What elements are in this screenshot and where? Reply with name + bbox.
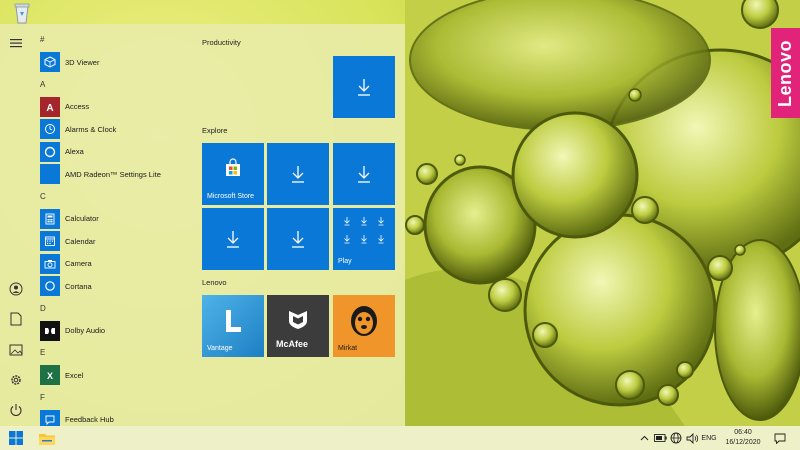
file-explorer-button[interactable] (34, 426, 60, 450)
download-arrow-icon (358, 166, 370, 183)
dolby-icon (40, 320, 60, 341)
app-list-item[interactable]: A Access (40, 96, 194, 117)
download-arrow-icon (227, 231, 239, 248)
app-list-item[interactable]: Camera (40, 253, 194, 274)
tile-label: Microsoft Store (207, 193, 255, 200)
app-list-letter-header[interactable]: C (40, 192, 46, 201)
network-globe-icon[interactable] (668, 426, 684, 450)
taskbar-clock[interactable]: 06:40 16/12/2020 (720, 428, 766, 448)
start-button[interactable] (0, 426, 32, 450)
app-list-item[interactable]: 3D Viewer (40, 52, 194, 72)
tile-download-explore-4[interactable] (267, 208, 329, 270)
tile-download-explore-1[interactable] (267, 143, 329, 205)
app-list[interactable]: #3D Viewer A A Access Alarms & Clock Alexa AMD… (32, 34, 194, 426)
app-list-item-label: Calendar (65, 236, 96, 246)
app-list-item[interactable]: Calculator (40, 208, 194, 229)
meerkat-mascot-icon (351, 306, 377, 336)
camera-icon (40, 253, 60, 274)
excel-icon: X (40, 365, 60, 385)
app-list-item[interactable]: AMD Radeon™ Settings Lite (40, 164, 194, 184)
app-list-item[interactable]: Cortana (40, 276, 194, 296)
start-menu: #3D Viewer A A Access Alarms & Clock Alexa AMD… (0, 24, 405, 426)
app-list-item-label: AMD Radeon™ Settings Lite (65, 169, 161, 179)
app-list-item-label: Camera (65, 259, 92, 268)
group-header-explore: Explore (202, 126, 228, 135)
cube-icon (40, 52, 60, 72)
clock-icon (40, 119, 60, 139)
download-arrow-icon (292, 166, 304, 183)
user-account-icon[interactable] (8, 281, 24, 297)
cortana-icon (40, 276, 60, 296)
download-arrow-icon (358, 79, 370, 96)
app-list-letter-header[interactable]: F (40, 393, 45, 402)
tile-microsoft-store[interactable]: Microsoft Store (202, 143, 264, 205)
app-list-item-label: Alexa (65, 147, 84, 156)
app-list-item-label: Cortana (65, 281, 92, 291)
tile-lenovo-vantage[interactable]: Vantage (202, 295, 264, 357)
app-list-item[interactable]: X Excel (40, 365, 194, 385)
tile-label: Mirkat (338, 345, 358, 352)
app-list-item[interactable]: Alexa (40, 141, 194, 162)
access-icon: A (40, 96, 60, 117)
windows-logo-icon (9, 431, 23, 445)
store-bag-icon (226, 158, 240, 176)
hamburger-menu-icon[interactable] (8, 35, 24, 51)
calendar-icon (40, 231, 60, 251)
input-language-indicator[interactable]: ENG (700, 426, 718, 450)
tile-download-productivity[interactable] (333, 56, 395, 118)
app-list-item-label: 3D Viewer (65, 57, 100, 67)
taskbar: ENG 06:40 16/12/2020 (0, 426, 800, 450)
feedback-icon (40, 409, 60, 426)
tile-download-explore-2[interactable] (333, 143, 395, 205)
app-list-item-label: Feedback Hub (65, 415, 114, 424)
svg-text:X: X (47, 371, 53, 381)
app-list-letter-header[interactable]: # (40, 35, 44, 44)
app-list-item-label: Alarms & Clock (65, 124, 117, 134)
app-list-item[interactable]: Feedback Hub (40, 409, 194, 426)
app-list-item[interactable]: Calendar (40, 231, 194, 251)
clock-time: 06:40 (734, 429, 752, 436)
tile-label: Vantage (207, 345, 233, 352)
tile-label: McAfee (276, 339, 309, 349)
tile-play-folder[interactable]: Play (333, 208, 395, 270)
settings-gear-icon[interactable] (8, 372, 24, 388)
lenovo-brand-text: Lenovo (775, 39, 796, 107)
start-rail (0, 24, 32, 426)
tile-download-explore-3[interactable] (202, 208, 264, 270)
power-icon[interactable] (8, 402, 24, 418)
tile-label: Play (338, 258, 352, 265)
radeon-icon (40, 164, 60, 184)
app-list-letter-header[interactable]: A (40, 80, 45, 89)
group-header-lenovo: Lenovo (202, 278, 227, 287)
app-list-item-label: Dolby Audio (65, 326, 106, 335)
app-list-item-label: Calculator (65, 214, 99, 223)
recycle-bin-icon[interactable] (8, 2, 36, 24)
folder-icon (39, 433, 55, 445)
clock-date: 16/12/2020 (725, 439, 761, 446)
documents-icon[interactable] (8, 311, 24, 327)
app-list-item[interactable]: Alarms & Clock (40, 119, 194, 139)
pictures-icon[interactable] (8, 342, 24, 358)
play-folder-download-icons (344, 217, 384, 244)
action-center-notification-icon[interactable] (770, 426, 790, 450)
vantage-logo-icon (226, 310, 241, 332)
app-list-item-label: Access (65, 102, 90, 111)
app-list-item-label: Excel (65, 370, 84, 380)
download-arrow-icon (292, 231, 304, 248)
tile-mirkat[interactable]: Mirkat (333, 295, 395, 357)
volume-speaker-icon[interactable] (684, 426, 700, 450)
app-list-letter-header[interactable]: D (40, 304, 46, 313)
lenovo-brand-logo: Lenovo (771, 28, 800, 118)
battery-icon[interactable] (652, 426, 668, 450)
app-list-item[interactable]: Dolby Audio (40, 320, 194, 341)
show-hidden-icons-chevron-icon[interactable] (637, 426, 651, 450)
calculator-icon (40, 208, 60, 229)
alexa-icon (40, 141, 60, 162)
svg-text:A: A (46, 103, 53, 113)
app-list-letter-header[interactable]: E (40, 348, 45, 357)
mcafee-shield-icon (289, 311, 307, 329)
group-header-productivity: Productivity (202, 38, 241, 47)
tile-mcafee[interactable]: McAfee (267, 295, 329, 357)
